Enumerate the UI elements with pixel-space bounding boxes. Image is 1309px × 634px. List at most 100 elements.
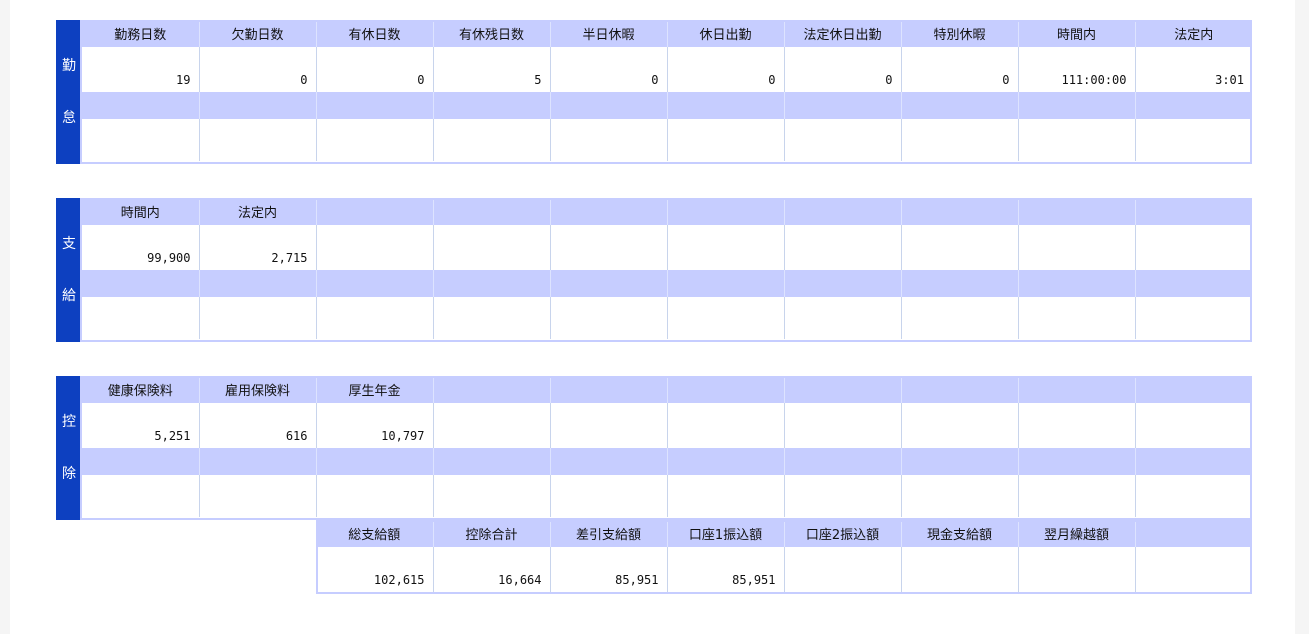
- blank-cell: [666, 297, 784, 339]
- blank-cell: [198, 297, 316, 339]
- blank-cell: [82, 297, 199, 339]
- blank-cell: [783, 119, 901, 161]
- payment-header-cell: [432, 198, 550, 225]
- totals-header-cell: 口座1振込額: [666, 520, 784, 547]
- deduction-header-cell: [1134, 376, 1252, 403]
- blank-cell: [900, 119, 1018, 161]
- deduction-header-row: 健康保険料 雇用保険料 厚生年金: [82, 376, 1252, 403]
- attendance-section-label: 勤 怠: [56, 20, 82, 164]
- band-cell: [783, 270, 901, 297]
- band-cell: [1134, 92, 1252, 119]
- blank-cell: [783, 475, 901, 517]
- payment-section: 支 給 時間内 法定内 99,900 2,715: [56, 198, 1252, 342]
- attendance-value-cell: 19: [82, 47, 199, 92]
- totals-header-cell: 差引支給額: [549, 520, 667, 547]
- payment-header-cell: 時間内: [82, 198, 199, 225]
- blank-cell: [666, 119, 784, 161]
- deduction-header-cell: 雇用保険料: [198, 376, 316, 403]
- deduction-value-row: 5,251 616 10,797: [82, 403, 1252, 448]
- deduction-label-char-1: 控: [62, 414, 76, 430]
- attendance-header-cell: 休日出勤: [666, 20, 784, 47]
- attendance-value-cell: 0: [549, 47, 667, 92]
- deduction-value-cell: 616: [198, 403, 316, 448]
- attendance-value-cell: 5: [432, 47, 550, 92]
- blank-cell: [432, 475, 550, 517]
- attendance-header-row: 勤務日数 欠勤日数 有休日数 有休残日数 半日休暇 休日出勤 法定休日出勤 特別…: [82, 20, 1252, 47]
- payment-value-cell: [666, 225, 784, 270]
- band-cell: [666, 448, 784, 475]
- blank-cell: [783, 297, 901, 339]
- payment-header-cell: [549, 198, 667, 225]
- attendance-header-cell: 時間内: [1017, 20, 1135, 47]
- deduction-header-cell: [1017, 376, 1135, 403]
- blank-cell: [432, 297, 550, 339]
- payment-value-cell: [432, 225, 550, 270]
- band-cell: [1134, 270, 1252, 297]
- attendance-header-cell: 法定内: [1134, 20, 1252, 47]
- attendance-header-cell: 特別休暇: [900, 20, 1018, 47]
- blank-cell: [1017, 475, 1135, 517]
- deduction-section: 控 除 健康保険料 雇用保険料 厚生年金 5,251 616 10,797: [56, 376, 1252, 520]
- payment-header-cell: [1017, 198, 1135, 225]
- payment-header-cell: [783, 198, 901, 225]
- deduction-value-cell: [900, 403, 1018, 448]
- attendance-header-cell: 有休残日数: [432, 20, 550, 47]
- totals-value-cell: 16,664: [432, 547, 550, 592]
- attendance-value-cell: 0: [315, 47, 433, 92]
- blank-cell: [198, 475, 316, 517]
- blank-cell: [900, 475, 1018, 517]
- deduction-value-cell: [1017, 403, 1135, 448]
- blank-cell: [432, 119, 550, 161]
- blank-cell: [1017, 297, 1135, 339]
- totals-value-cell: [900, 547, 1018, 592]
- attendance-table: 勤務日数 欠勤日数 有休日数 有休残日数 半日休暇 休日出勤 法定休日出勤 特別…: [82, 20, 1252, 161]
- totals-header-cell: [1134, 520, 1252, 547]
- attendance-header-cell: 勤務日数: [82, 20, 199, 47]
- payment-header-cell: [315, 198, 433, 225]
- totals-value-row: 102,615 16,664 85,951 85,951: [316, 547, 1252, 592]
- payment-value-row: 99,900 2,715: [82, 225, 1252, 270]
- payment-header-cell: 法定内: [198, 198, 316, 225]
- blank-cell: [1017, 119, 1135, 161]
- totals-header-cell: 現金支給額: [900, 520, 1018, 547]
- payment-header-cell: [900, 198, 1018, 225]
- payment-blank-row: [82, 297, 1252, 339]
- blank-cell: [198, 119, 316, 161]
- payment-value-cell: [549, 225, 667, 270]
- totals-section: 総支給額 控除合計 差引支給額 口座1振込額 口座2振込額 現金支給額 翌月繰越…: [316, 520, 1252, 594]
- deduction-label-char-2: 除: [62, 466, 76, 482]
- payment-value-cell: 99,900: [82, 225, 199, 270]
- band-cell: [900, 448, 1018, 475]
- attendance-label-char-2: 怠: [62, 110, 76, 126]
- attendance-label-char-1: 勤: [62, 58, 76, 74]
- deduction-header-cell: [549, 376, 667, 403]
- deduction-band-row: [82, 448, 1252, 475]
- payment-value-cell: [1017, 225, 1135, 270]
- attendance-header-cell: 有休日数: [315, 20, 433, 47]
- blank-cell: [900, 297, 1018, 339]
- deduction-header-cell: 厚生年金: [315, 376, 433, 403]
- payment-label-char-1: 支: [62, 236, 76, 252]
- attendance-header-cell: 欠勤日数: [198, 20, 316, 47]
- deduction-header-cell: [900, 376, 1018, 403]
- attendance-value-row: 19 0 0 5 0 0 0 0 111:00:00 3:01: [82, 47, 1252, 92]
- totals-header-cell: 総支給額: [316, 520, 433, 547]
- band-cell: [783, 92, 901, 119]
- payment-header-row: 時間内 法定内: [82, 198, 1252, 225]
- band-cell: [82, 92, 199, 119]
- totals-header-cell: 翌月繰越額: [1017, 520, 1135, 547]
- payment-value-cell: [783, 225, 901, 270]
- band-cell: [315, 448, 433, 475]
- deduction-value-cell: 10,797: [315, 403, 433, 448]
- attendance-band-row: [82, 92, 1252, 119]
- band-cell: [549, 270, 667, 297]
- totals-table: 総支給額 控除合計 差引支給額 口座1振込額 口座2振込額 現金支給額 翌月繰越…: [316, 520, 1252, 592]
- attendance-value-cell: 0: [198, 47, 316, 92]
- band-cell: [1017, 448, 1135, 475]
- band-cell: [82, 448, 199, 475]
- deduction-value-cell: [666, 403, 784, 448]
- totals-value-cell: 85,951: [666, 547, 784, 592]
- attendance-section: 勤 怠 勤務日数 欠勤日数 有休日数 有休残日数 半日休暇 休日出勤 法定休日出…: [56, 20, 1252, 164]
- band-cell: [198, 92, 316, 119]
- payment-section-label: 支 給: [56, 198, 82, 342]
